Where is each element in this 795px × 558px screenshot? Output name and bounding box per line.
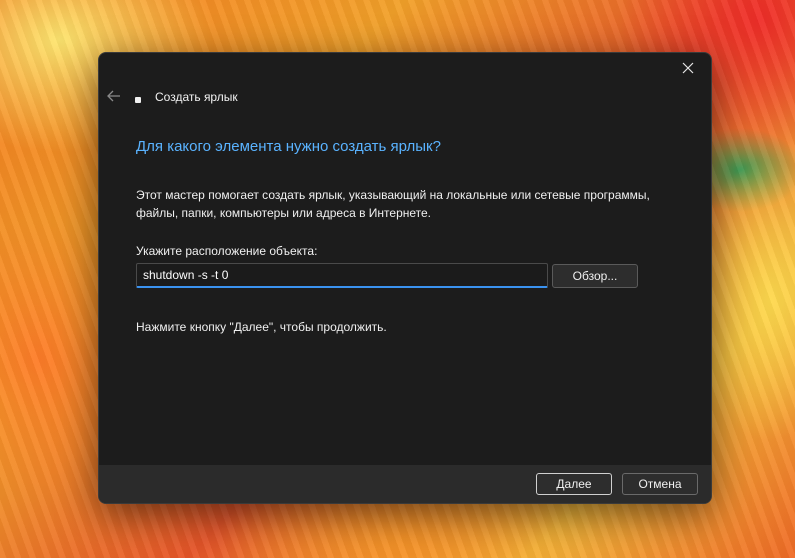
next-button[interactable]: Далее bbox=[536, 473, 612, 495]
continue-hint: Нажмите кнопку "Далее", чтобы продолжить… bbox=[136, 320, 387, 334]
close-button[interactable] bbox=[665, 53, 711, 83]
cancel-button[interactable]: Отмена bbox=[622, 473, 698, 495]
create-shortcut-dialog: Создать ярлык Для какого элемента нужно … bbox=[98, 52, 712, 504]
shortcut-icon bbox=[135, 97, 141, 103]
close-icon bbox=[682, 62, 694, 74]
window-title: Создать ярлык bbox=[155, 90, 238, 104]
arrow-left-icon bbox=[107, 90, 120, 102]
dialog-footer: Далее Отмена bbox=[99, 465, 711, 503]
wizard-description: Этот мастер помогает создать ярлык, указ… bbox=[136, 188, 650, 220]
page-heading: Для какого элемента нужно создать ярлык? bbox=[136, 138, 441, 155]
browse-button[interactable]: Обзор... bbox=[552, 264, 638, 288]
location-input[interactable] bbox=[136, 263, 548, 288]
location-label: Укажите расположение объекта: bbox=[136, 244, 318, 258]
back-button[interactable] bbox=[105, 88, 123, 104]
